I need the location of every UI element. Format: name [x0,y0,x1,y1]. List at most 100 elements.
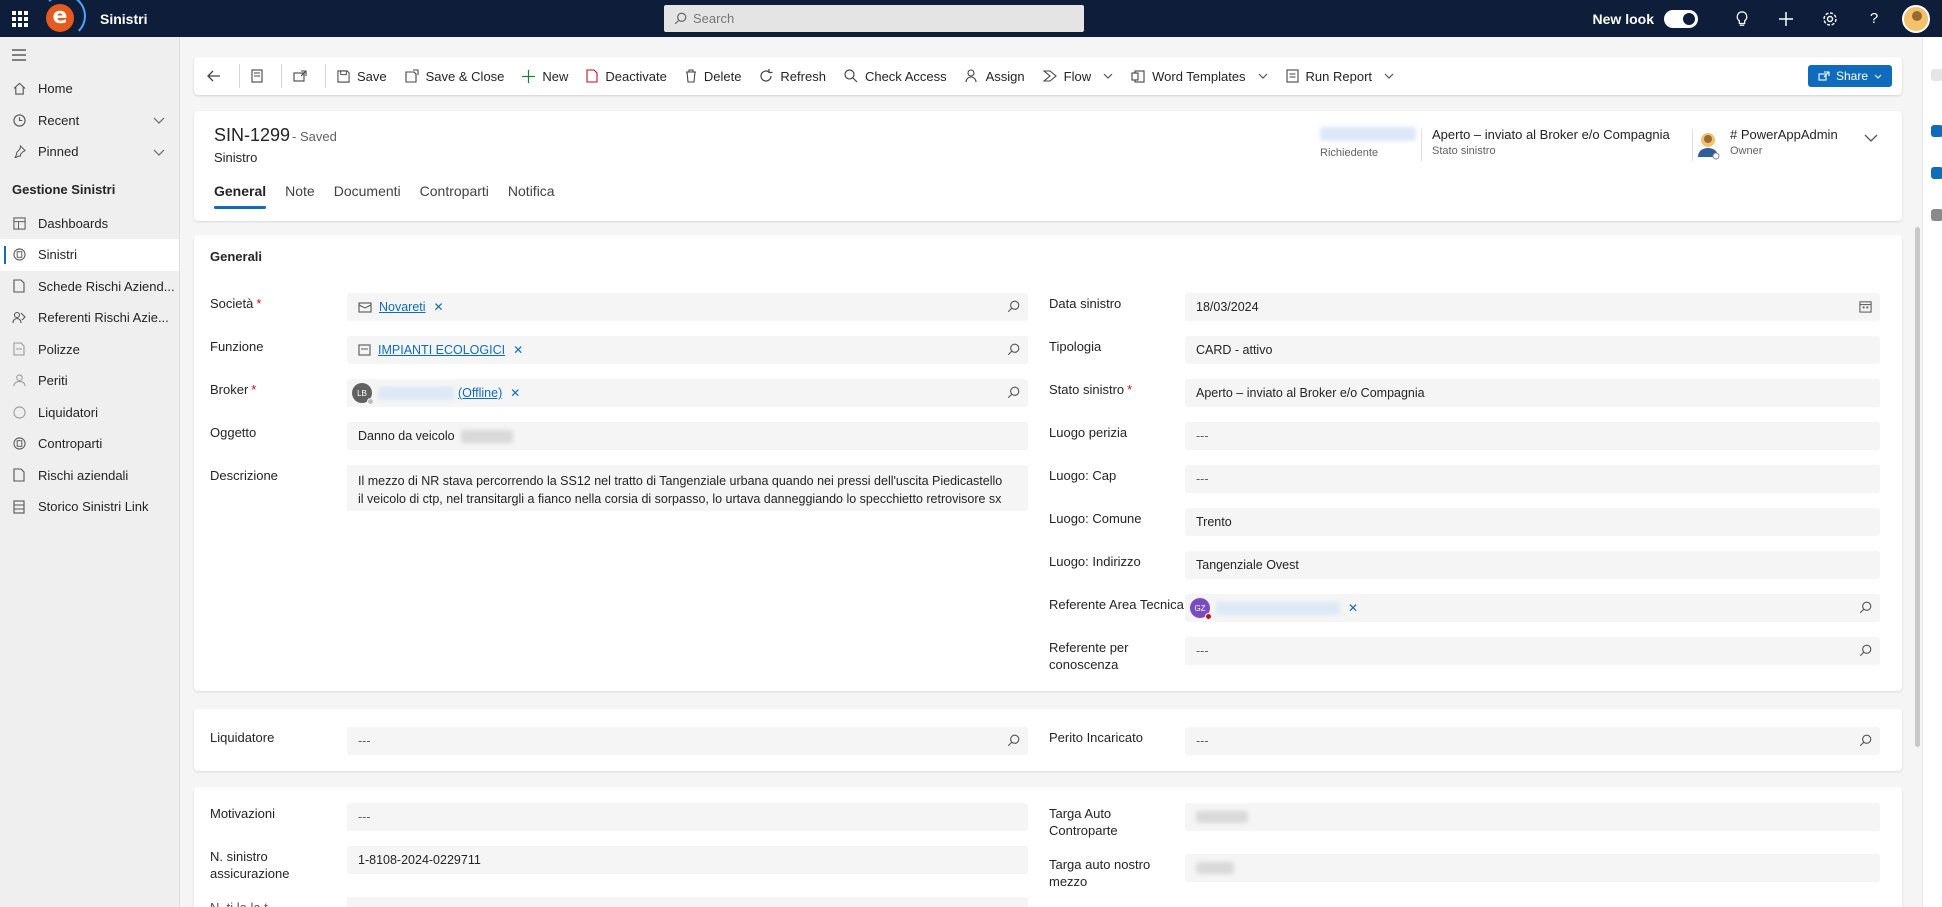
delete-button[interactable]: Delete [676,57,751,95]
empty-value: --- [1196,734,1209,748]
tab-controparti[interactable]: Controparti [420,183,489,209]
remove-icon[interactable]: ✕ [1348,601,1358,615]
sidebar-item-dashboards[interactable]: Dashboards [0,208,179,240]
sidebar-item-home[interactable]: Home [0,73,179,105]
referente-avatar: GZ [1190,598,1212,620]
policy-icon [12,342,26,356]
help-icon[interactable]: ? [1852,0,1896,37]
referente-area-tecnica-lookup[interactable]: GZ ✕ [1185,594,1880,622]
tab-note[interactable]: Note [285,183,315,209]
broker-link[interactable]: (Offline) [458,386,502,400]
calendar-icon[interactable] [1859,300,1872,316]
liquidatore-lookup[interactable]: --- [347,727,1028,755]
remove-icon[interactable]: ✕ [434,300,444,314]
referente-conoscenza-lookup[interactable]: --- [1185,637,1880,665]
search-icon[interactable] [1859,644,1872,660]
sidebar-item-label: Home [38,81,73,97]
luogo-indirizzo-input[interactable]: Tangenziale Ovest [1185,551,1880,579]
redacted-value [1196,811,1248,823]
check-access-button[interactable]: Check Access [835,57,956,95]
targa-nostro-input[interactable] [1185,854,1880,882]
remove-icon[interactable]: ✕ [513,343,523,357]
motivazioni-input[interactable]: --- [347,803,1028,831]
save-close-button[interactable]: Save & Close [396,57,514,95]
sidebar-item-controparti[interactable]: Controparti [0,428,179,460]
sidebar-item-sinistri[interactable]: Sinistri [0,239,179,271]
app-title[interactable]: Sinistri [100,11,147,27]
empty-value: --- [358,734,371,748]
side-pane-icon[interactable] [1931,69,1942,81]
n-sinistro-input[interactable]: 1-8108-2024-0229711 [347,846,1028,874]
side-pane-icon[interactable] [1931,167,1942,179]
chevron-down-icon[interactable] [1864,129,1878,145]
hamburger-menu-icon[interactable] [0,37,179,73]
oggetto-input[interactable]: Danno da veicolo [347,422,1028,450]
run-report-button[interactable]: Run Report [1277,57,1403,95]
targa-controparte-input[interactable] [1185,803,1880,831]
user-avatar[interactable] [1902,4,1930,33]
search-icon[interactable] [1859,734,1872,750]
global-search-input[interactable]: Search [664,5,1084,32]
stato-sinistro-select[interactable]: Aperto – inviato al Broker e/o Compagnia [1185,379,1880,407]
gear-icon[interactable] [1808,0,1852,37]
header-field-richiedente[interactable]: Richiedente [1320,127,1416,159]
tipologia-select[interactable]: CARD - attivo [1185,336,1880,364]
share-button[interactable]: Share [1807,65,1892,87]
side-pane-icon[interactable] [1931,209,1942,221]
owner-link[interactable]: # PowerAppAdmin [1730,127,1838,142]
partial-input[interactable] [347,897,1028,907]
luogo-cap-input[interactable]: --- [1185,465,1880,493]
sidebar-item-schede-rischi[interactable]: Schede Rischi Aziend... [0,271,179,303]
tab-general[interactable]: General [214,183,267,209]
assign-button[interactable]: Assign [956,57,1034,95]
descrizione-textarea[interactable]: Il mezzo di NR stava percorrendo la SS12… [347,465,1028,511]
refresh-button[interactable]: Refresh [750,57,835,95]
header-field-stato[interactable]: Aperto – inviato al Broker e/o Compagnia… [1432,127,1670,157]
check-access-label: Check Access [864,68,947,84]
main-scrollbar[interactable] [1912,37,1922,907]
deactivate-button[interactable]: Deactivate [577,57,675,95]
perito-lookup[interactable]: --- [1185,727,1880,755]
search-icon[interactable] [1007,734,1020,750]
app-launcher-icon[interactable] [0,0,40,37]
sidebar-item-liquidatori[interactable]: Liquidatori [0,397,179,429]
plus-icon[interactable] [1764,0,1808,37]
sidebar-item-polizze[interactable]: Polizze [0,334,179,366]
luogo-perizia-input[interactable]: --- [1185,422,1880,450]
sidebar-item-rischi-aziendali[interactable]: Rischi aziendali [0,460,179,492]
new-button[interactable]: New [513,57,577,95]
sidebar-item-storico[interactable]: Storico Sinistri Link [0,491,179,523]
popout-button[interactable] [284,57,323,95]
sidebar-item-recent[interactable]: Recent [0,105,179,137]
funzione-link[interactable]: IMPIANTI ECOLOGICI [378,343,505,357]
chevron-down-icon[interactable] [153,145,165,159]
header-field-owner[interactable]: # PowerAppAdmin Owner [1730,127,1838,157]
field-label-luogo-comune: Luogo: Comune [1049,511,1142,526]
save-button[interactable]: Save [328,57,396,95]
search-icon[interactable] [1007,343,1020,359]
tab-documenti[interactable]: Documenti [334,183,401,209]
lightbulb-icon[interactable] [1720,0,1764,37]
data-sinistro-input[interactable]: 18/03/2024 [1185,293,1880,321]
societa-link[interactable]: Novareti [379,300,426,314]
sidebar-item-pinned[interactable]: Pinned [0,136,179,168]
remove-icon[interactable]: ✕ [510,386,520,400]
side-pane-icon[interactable] [1931,125,1942,137]
search-icon[interactable] [1007,386,1020,402]
search-icon[interactable] [1007,300,1020,316]
chevron-down-icon[interactable] [153,113,165,127]
societa-lookup[interactable]: Novareti ✕ [347,293,1028,321]
word-templates-button[interactable]: Word Templates [1122,57,1276,95]
tab-notifica[interactable]: Notifica [508,183,555,209]
luogo-comune-input[interactable]: Trento [1185,508,1880,536]
search-icon[interactable] [1859,601,1872,617]
form-view-button[interactable] [242,57,279,95]
new-look-toggle[interactable] [1664,9,1698,28]
broker-lookup[interactable]: LB (Offline) ✕ [347,379,1028,407]
sidebar-item-periti[interactable]: Periti [0,365,179,397]
field-label-partial: N. ti la la t [210,899,268,907]
back-button[interactable] [198,57,237,95]
funzione-lookup[interactable]: IMPIANTI ECOLOGICI ✕ [347,336,1028,364]
flow-button[interactable]: Flow [1034,57,1122,95]
sidebar-item-referenti[interactable]: Referenti Rischi Azie... [0,302,179,334]
